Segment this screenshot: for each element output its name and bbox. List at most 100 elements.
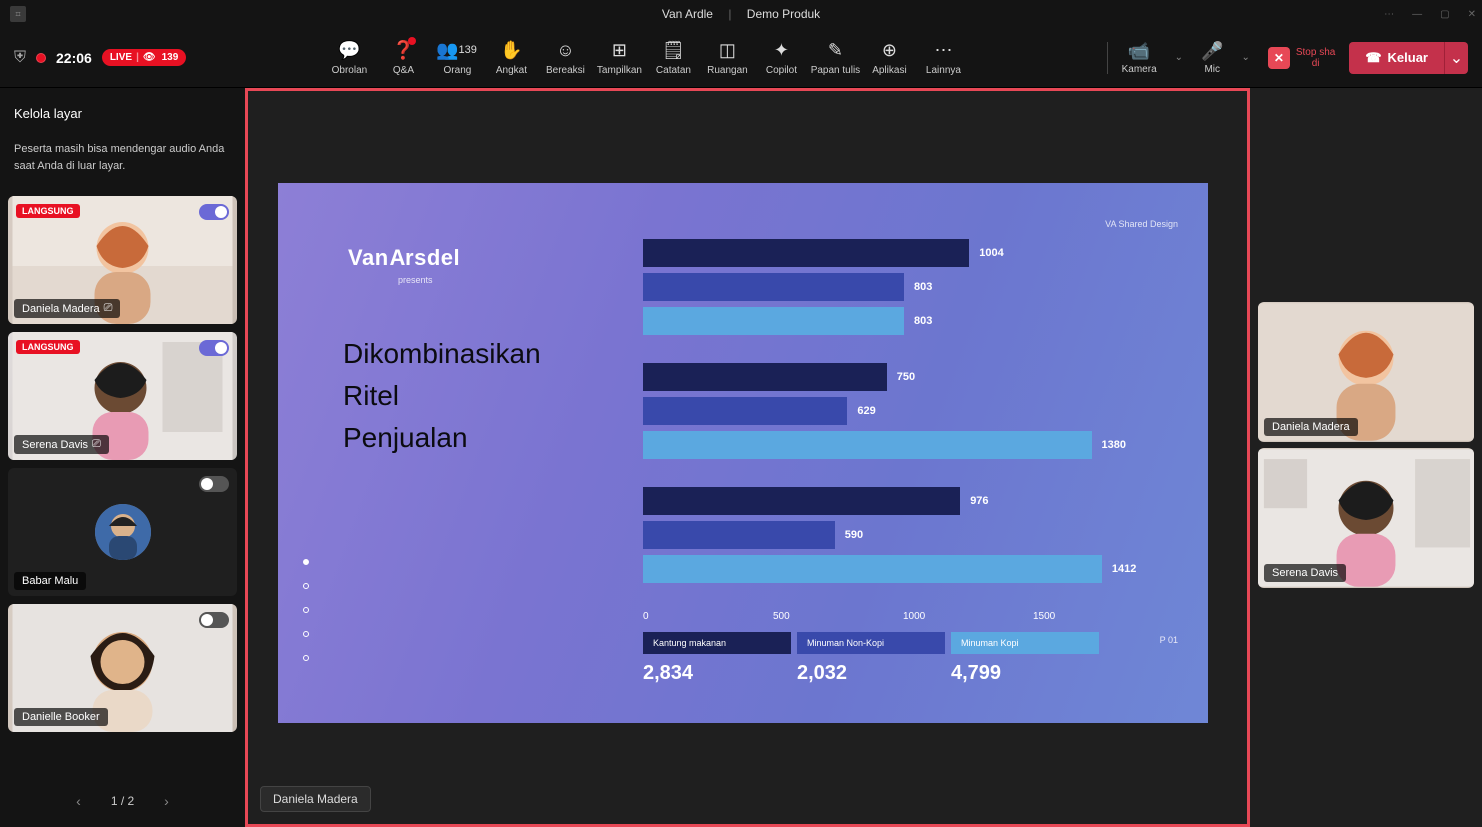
next-page-button[interactable]: ›: [164, 793, 169, 809]
rooms-button[interactable]: ◫ Ruangan: [701, 35, 753, 80]
whiteboard-icon: ✎: [824, 39, 846, 61]
chart-bar: 803: [643, 307, 1178, 335]
chart-bar: 1412: [643, 555, 1178, 583]
participant-name: Serena Davis: [1264, 564, 1346, 582]
eye-icon: [143, 52, 158, 63]
mic-icon: 🎤: [1201, 41, 1223, 62]
chat-button[interactable]: 💬 Obrolan: [323, 35, 375, 80]
meeting-toolbar: ⛨ 22:06 LIVE | 139 💬 Obrolan ❓ Q&A 👥 139…: [0, 28, 1482, 88]
spotlight-toggle[interactable]: [199, 476, 229, 492]
participant-name: Serena Davis⎚: [14, 435, 109, 454]
participant-name: Daniela Madera⎚: [14, 299, 120, 318]
chart-totals: 2,8342,0324,799: [643, 662, 1178, 685]
slide-watermark: VA Shared Design: [1105, 219, 1178, 229]
chart-bar: 750: [643, 363, 1178, 391]
view-button[interactable]: ⊞ Tampilkan: [593, 35, 645, 80]
mic-button[interactable]: 🎤 Mic: [1195, 37, 1229, 79]
participant-tile[interactable]: Daniela Madera: [1258, 302, 1474, 442]
camera-button[interactable]: 📹 Kamera: [1116, 37, 1163, 79]
spotlight-toggle[interactable]: [199, 340, 229, 356]
live-badge[interactable]: LIVE | 139: [102, 49, 186, 66]
chart-bar: 590: [643, 521, 1178, 549]
shared-screen-stage: VA Shared Design VanArsdel presents Diko…: [245, 88, 1250, 827]
leave-button[interactable]: ☎ Keluar: [1349, 42, 1444, 74]
participant-tile[interactable]: LANGSUNG Serena Davis⎚: [8, 332, 237, 460]
panel-header: Kelola layar: [8, 98, 237, 127]
avatar: [95, 504, 151, 560]
live-badge: LANGSUNG: [16, 340, 80, 354]
react-button[interactable]: ☺ Bereaksi: [539, 35, 591, 80]
notes-icon: 🗒: [662, 39, 684, 61]
participant-tile[interactable]: Serena Davis: [1258, 448, 1474, 588]
people-icon: 👥 139: [446, 39, 468, 61]
panel-note: Peserta masih bisa mendengar audio Anda …: [8, 135, 237, 188]
right-participants-panel: Daniela Madera Serena Davis: [1250, 88, 1482, 827]
notes-button[interactable]: 🗒 Catatan: [647, 35, 699, 80]
share-icon: ⎚: [92, 438, 101, 451]
live-badge: LANGSUNG: [16, 204, 80, 218]
slide-logo: VanArsdel: [348, 245, 460, 271]
participant-tile[interactable]: Danielle Booker: [8, 604, 237, 732]
meeting-title: Van Ardle | Demo Produk: [656, 7, 826, 21]
chart-bar: 1380: [643, 431, 1178, 459]
mic-chevron[interactable]: ⌄: [1237, 52, 1253, 63]
ellipsis-icon[interactable]: ⋯: [1384, 9, 1394, 20]
slide-title: Dikombinasikan Ritel Penjualan: [343, 333, 541, 459]
shield-icon[interactable]: ⛨: [14, 49, 26, 67]
copilot-icon: ✦: [770, 39, 792, 61]
leave-chevron[interactable]: ⌄: [1444, 42, 1468, 74]
live-label: LIVE: [110, 52, 132, 63]
rooms-icon: ◫: [716, 39, 738, 61]
apps-icon: ⊕: [878, 39, 900, 61]
camera-icon: 📹: [1128, 41, 1150, 62]
pager: ‹ 1 / 2 ›: [8, 783, 237, 819]
live-count: 139: [162, 52, 179, 63]
prev-page-button[interactable]: ‹: [76, 793, 81, 809]
chart-bar: 803: [643, 273, 1178, 301]
app-icon: ⌗: [10, 6, 26, 22]
chat-icon: 💬: [338, 39, 360, 61]
meeting-timer: 22:06: [56, 50, 92, 66]
participant-name: Daniela Madera: [1264, 418, 1358, 436]
hand-icon: ✋: [500, 39, 522, 61]
close-icon[interactable]: ✕: [1468, 9, 1476, 20]
chart-bar: 1004: [643, 239, 1178, 267]
chart-bar: 629: [643, 397, 1178, 425]
presentation-slide: VA Shared Design VanArsdel presents Diko…: [278, 183, 1208, 723]
spotlight-toggle[interactable]: [199, 612, 229, 628]
manage-screen-panel: Kelola layar Peserta masih bisa mendenga…: [0, 88, 245, 827]
meeting-name: Demo Produk: [747, 7, 820, 21]
window-controls: ⋯ — ▢ ✕: [1384, 0, 1476, 28]
raise-hand-button[interactable]: ✋ Angkat: [485, 35, 537, 80]
page-indicator: 1 / 2: [111, 794, 134, 808]
participant-name: Babar Malu: [14, 572, 86, 590]
presenter-tag: Daniela Madera: [260, 786, 371, 812]
smile-icon: ☺: [554, 39, 576, 61]
slide-nav-dots: [303, 559, 309, 661]
spotlight-toggle[interactable]: [199, 204, 229, 220]
window-titlebar: ⌗ Van Ardle | Demo Produk ⋯ — ▢ ✕: [0, 0, 1482, 28]
chart-bar: 976: [643, 487, 1178, 515]
qna-icon: ❓: [392, 39, 414, 61]
participant-name: Danielle Booker: [14, 708, 108, 726]
maximize-icon[interactable]: ▢: [1440, 9, 1449, 20]
qna-button[interactable]: ❓ Q&A: [377, 35, 429, 80]
meeting-org: Van Ardle: [662, 7, 713, 21]
minimize-icon[interactable]: —: [1412, 9, 1422, 20]
participant-tile[interactable]: LANGSUNG Daniela Madera⎚: [8, 196, 237, 324]
stop-sharing-button[interactable]: ✕ Stop sha di: [1262, 47, 1341, 69]
apps-button[interactable]: ⊕ Aplikasi: [863, 35, 915, 80]
more-icon: ⋯: [932, 39, 954, 61]
share-icon: ⎚: [104, 302, 113, 315]
participant-tile[interactable]: Babar Malu: [8, 468, 237, 596]
more-button[interactable]: ⋯ Lainnya: [917, 35, 969, 80]
slide-chart: 1004 803 803 750 629 1380 976 590 1412 0500100015…: [643, 239, 1178, 685]
chart-axis: 050010001500: [643, 611, 1178, 622]
copilot-button[interactable]: ✦ Copilot: [755, 35, 807, 80]
whiteboard-button[interactable]: ✎ Papan tulis: [809, 35, 861, 80]
slide-presents: presents: [398, 275, 433, 285]
chart-legend: Kantung makananMinuman Non-KopiMinuman K…: [643, 632, 1178, 654]
grid-icon: ⊞: [608, 39, 630, 61]
people-button[interactable]: 👥 139 Orang: [431, 35, 483, 80]
camera-chevron[interactable]: ⌄: [1171, 52, 1187, 63]
